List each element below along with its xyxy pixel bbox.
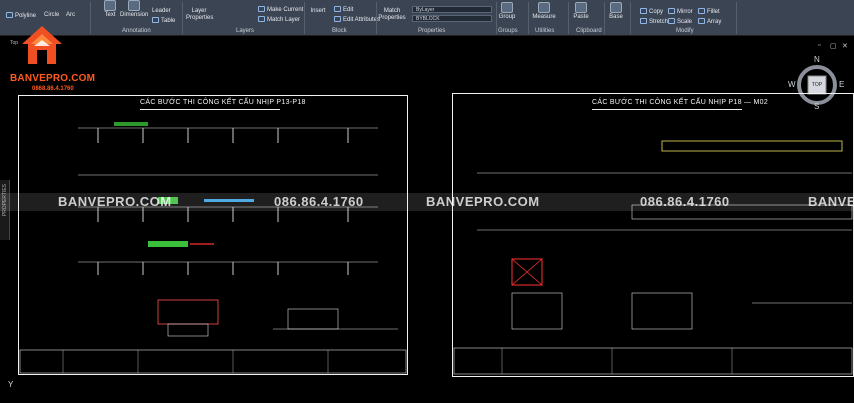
layers-panel-label[interactable]: Layers [236, 28, 254, 34]
fillet-icon [698, 8, 705, 14]
copy-button[interactable]: Copy [640, 8, 663, 15]
array-icon [698, 18, 705, 24]
groups-panel-label[interactable]: Groups [498, 28, 518, 34]
table-icon [152, 17, 159, 23]
sheet-1-drawing [19, 122, 407, 374]
mirror-button[interactable]: Mirror [668, 8, 693, 15]
cube-top-face[interactable]: TOP [809, 82, 825, 88]
make-current-icon [258, 6, 265, 12]
viewport-label[interactable]: Top [10, 40, 18, 46]
edit-attributes-icon [334, 16, 341, 22]
annotation-panel-label[interactable]: Annotation [122, 28, 151, 34]
table-button[interactable]: Table [152, 17, 175, 24]
match-properties-button[interactable]: Match Properties [378, 8, 406, 22]
viewport-restore-icon[interactable]: ▢ [830, 42, 837, 50]
ribbon: Polyline Circle Arc Text Dimension Leade… [0, 0, 854, 36]
viewport-minimize-icon[interactable]: ▫ [818, 42, 820, 49]
insert-button[interactable]: Insert [308, 8, 328, 15]
mirror-icon [668, 8, 675, 14]
lineweight-select[interactable]: BYBLOCK [412, 15, 492, 22]
measure-button[interactable]: Measure [532, 2, 556, 21]
logo-phone: 0868.86.4.1760 [32, 86, 74, 92]
dimension-icon [128, 0, 140, 11]
text-icon [104, 0, 116, 11]
paste-button[interactable]: Paste [572, 2, 590, 21]
make-current-button[interactable]: Make Current [258, 6, 303, 13]
watermark-brand-1: BANVEPRO.COM [58, 194, 172, 209]
circle-button[interactable]: Circle [44, 12, 59, 18]
clipboard-panel-label[interactable]: Clipboard [576, 28, 602, 34]
banvepro-logo-icon [22, 26, 62, 64]
viewport-close-icon[interactable]: ✕ [842, 42, 848, 50]
stretch-icon [640, 18, 647, 24]
ucs-y-axis-label: Y [8, 380, 14, 389]
utilities-panel-label[interactable]: Utilities [535, 28, 554, 34]
array-button[interactable]: Array [698, 18, 721, 25]
fillet-button[interactable]: Fillet [698, 8, 720, 15]
scale-button[interactable]: Scale [668, 18, 692, 25]
properties-panel-label[interactable]: Properties [418, 28, 445, 34]
stretch-button[interactable]: Stretch [640, 18, 668, 25]
watermark-brand-3: BANVE [808, 194, 854, 209]
copy-icon [640, 8, 647, 14]
arc-button[interactable]: Arc [66, 12, 75, 18]
compass-west[interactable]: W [788, 80, 796, 89]
watermark-phone-1: 086.86.4.1760 [274, 194, 364, 209]
block-panel-label[interactable]: Block [332, 28, 347, 34]
base-icon [610, 2, 622, 13]
watermark-brand-2: BANVEPRO.COM [426, 194, 540, 209]
compass-north[interactable]: N [814, 55, 820, 64]
layer-properties-button[interactable]: Layer Properties [186, 8, 213, 22]
base-button[interactable]: Base [608, 2, 624, 21]
edit-attributes-button[interactable]: Edit Attributes [334, 16, 380, 23]
dimension-button[interactable]: Dimension [120, 0, 148, 19]
match-layer-button[interactable]: Match Layer [258, 16, 300, 23]
group-button[interactable]: Group [498, 2, 516, 21]
scale-icon [668, 18, 675, 24]
sheet-2-drawing [453, 140, 853, 375]
match-layer-icon [258, 16, 265, 22]
watermark-phone-2: 086.86.4.1760 [640, 194, 730, 209]
edit-icon [334, 6, 341, 12]
measure-icon [538, 2, 550, 13]
text-button[interactable]: Text [100, 0, 120, 19]
group-icon [501, 2, 513, 13]
paste-icon [575, 2, 587, 13]
linetype-select[interactable]: ByLayer [412, 6, 492, 13]
edit-button[interactable]: Edit [334, 6, 353, 13]
leader-button[interactable]: Leader [152, 8, 171, 14]
polyline-icon [6, 12, 13, 18]
logo-brand: BANVEPRO.COM [10, 73, 96, 84]
compass-east[interactable]: E [839, 80, 844, 89]
modify-panel-label[interactable]: Modify [676, 28, 694, 34]
polyline-button[interactable]: Polyline [6, 12, 36, 19]
